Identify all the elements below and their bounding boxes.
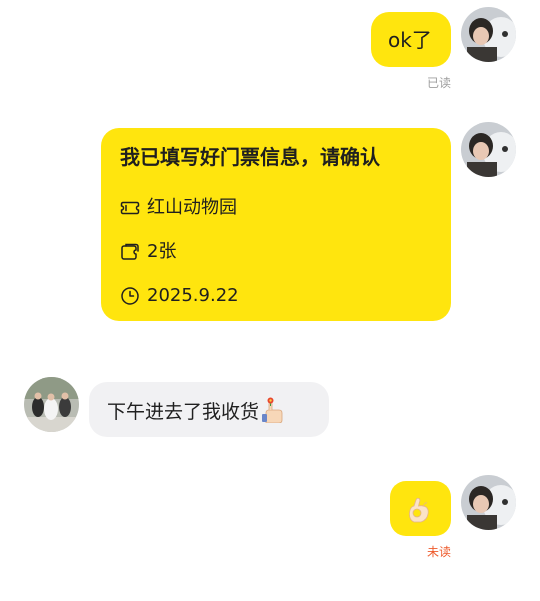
ticket-row-count: 2张	[120, 240, 176, 264]
unread-status: 未读	[426, 545, 451, 559]
read-status: 已读	[426, 76, 451, 90]
ticket-card-title: 我已填写好门票信息，请确认	[120, 145, 380, 169]
self-avatar[interactable]	[461, 7, 516, 62]
self-avatar[interactable]	[461, 475, 516, 530]
emoji-message-bubble[interactable]	[390, 481, 451, 536]
contact-avatar[interactable]	[24, 377, 79, 432]
message-text: 下午进去了我收货	[107, 401, 260, 423]
ticket-count: 2张	[147, 241, 177, 262]
ticket-row-date: 2025.9.22	[120, 284, 239, 308]
message-bubble-ok[interactable]: ok了	[371, 12, 451, 67]
self-avatar[interactable]	[461, 122, 516, 177]
ticket-venue: 红山动物园	[147, 197, 237, 218]
clock-icon	[121, 287, 139, 305]
ticket-info-card[interactable]: 我已填写好门票信息，请确认 红山动物园 2张 2025.9.22	[101, 128, 451, 321]
ticket-count-icon	[121, 243, 139, 260]
ticket-icon	[120, 201, 140, 215]
ok-hand-emoji	[409, 497, 429, 523]
message-text: ok了	[388, 28, 432, 52]
incoming-message-bubble[interactable]: 下午进去了我收货	[89, 382, 329, 437]
flower-hand-emoji	[262, 397, 283, 423]
ticket-date: 2025.9.22	[147, 285, 239, 306]
ticket-row-venue: 红山动物园	[120, 196, 237, 220]
